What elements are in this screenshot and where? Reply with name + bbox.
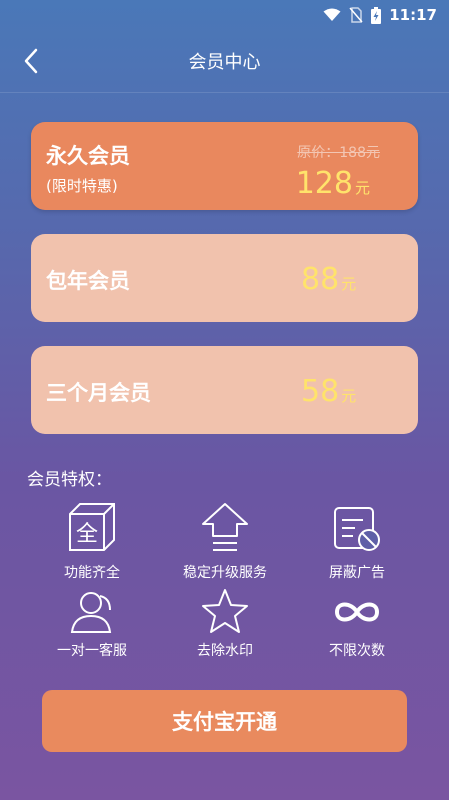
perk-stable-upgrade: 稳定升级服务 bbox=[160, 500, 290, 582]
perk-block-ads: 屏蔽广告 bbox=[292, 500, 422, 582]
perk-label: 稳定升级服务 bbox=[183, 565, 267, 581]
perk-label: 屏蔽广告 bbox=[329, 565, 385, 581]
plan-price: 128 元 bbox=[295, 166, 370, 201]
upgrade-arrow-icon bbox=[202, 503, 248, 551]
infinity-icon bbox=[334, 602, 380, 622]
plan-subtitle: (限时特惠) bbox=[46, 177, 118, 195]
original-price: 原价：188元 bbox=[297, 145, 380, 161]
perk-label: 不限次数 bbox=[329, 643, 385, 659]
app-bar: 会员中心 bbox=[0, 30, 449, 93]
svg-text:全: 全 bbox=[76, 522, 98, 547]
perk-customer-service: 一对一客服 bbox=[27, 588, 157, 660]
no-sim-icon bbox=[349, 7, 363, 23]
alipay-activate-button[interactable]: 支付宝开通 bbox=[42, 690, 407, 752]
battery-charging-icon bbox=[371, 6, 382, 24]
plan-name: 三个月会员 bbox=[46, 381, 151, 405]
page-title: 会员中心 bbox=[188, 52, 261, 73]
plan-card-permanent[interactable]: 永久会员 (限时特惠) 原价：188元 128 元 bbox=[31, 122, 418, 210]
plan-card-yearly[interactable]: 包年会员 88 元 bbox=[31, 234, 418, 322]
perk-full-features: 全 功能齐全 bbox=[27, 500, 157, 582]
box-all-icon: 全 bbox=[69, 503, 115, 551]
perk-unlimited: 不限次数 bbox=[292, 588, 422, 660]
star-icon bbox=[202, 589, 248, 633]
customer-service-icon bbox=[70, 592, 112, 633]
plan-name: 永久会员 bbox=[46, 144, 130, 168]
block-ad-icon bbox=[334, 507, 380, 551]
perk-remove-watermark: 去除水印 bbox=[160, 588, 290, 660]
chevron-left-icon bbox=[24, 48, 38, 74]
perk-label: 功能齐全 bbox=[64, 565, 120, 581]
plan-card-three-months[interactable]: 三个月会员 58 元 bbox=[31, 346, 418, 434]
wifi-icon bbox=[323, 8, 341, 21]
status-bar: 11:17 bbox=[0, 0, 449, 30]
perks-title: 会员特权： bbox=[27, 470, 112, 490]
back-button[interactable] bbox=[14, 44, 48, 78]
plan-price: 58 元 bbox=[301, 374, 357, 409]
plan-price: 88 元 bbox=[301, 262, 357, 297]
status-time: 11:17 bbox=[389, 6, 437, 24]
perk-label: 去除水印 bbox=[197, 643, 253, 659]
perk-label: 一对一客服 bbox=[57, 643, 127, 659]
plan-name: 包年会员 bbox=[46, 269, 130, 293]
